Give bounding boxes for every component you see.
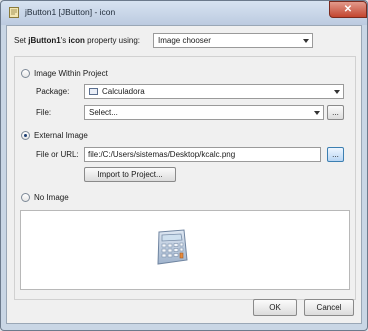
chevron-down-icon (303, 39, 309, 43)
radio-image-within-project[interactable] (21, 69, 30, 78)
url-browse-button[interactable]: ... (327, 147, 344, 162)
radio-no-image[interactable] (21, 193, 30, 202)
package-label: Package: (36, 87, 70, 96)
close-button[interactable]: ✕ (329, 1, 367, 18)
radio-label-no-image: No Image (34, 193, 69, 202)
project-browse-button[interactable]: ... (327, 105, 344, 120)
radio-label-image-within-project: Image Within Project (34, 69, 108, 78)
radio-label-external-image: External Image (34, 131, 88, 140)
file-select[interactable]: Select... (84, 105, 324, 120)
image-preview (20, 210, 350, 290)
netbeans-icon (9, 7, 19, 18)
mode-select[interactable]: Image chooser (153, 33, 313, 48)
radio-external-image[interactable] (21, 131, 30, 140)
dialog-content: Set jButton1's icon property using: Imag… (6, 25, 362, 324)
mode-label: Set jButton1's icon property using: (14, 36, 141, 45)
cancel-button[interactable]: Cancel (304, 299, 354, 316)
dialog-window: jButton1 [JButton] - icon ✕ Set jButton1… (0, 0, 368, 331)
import-to-project-button[interactable]: Import to Project... (84, 167, 176, 182)
package-select[interactable]: Calculadora (84, 84, 344, 99)
chevron-down-icon (314, 111, 320, 115)
title-bar[interactable]: jButton1 [JButton] - icon ✕ (1, 1, 367, 25)
url-field[interactable]: file:/C:/Users/sistemas/Desktop/kcalc.pn… (84, 147, 321, 162)
window-title: jButton1 [JButton] - icon (25, 7, 116, 17)
calculator-icon (157, 229, 188, 265)
ok-button[interactable]: OK (253, 299, 297, 316)
url-label: File or URL: (36, 150, 79, 159)
chevron-down-icon (334, 90, 340, 94)
file-label: File: (36, 108, 52, 117)
package-icon (89, 88, 98, 95)
